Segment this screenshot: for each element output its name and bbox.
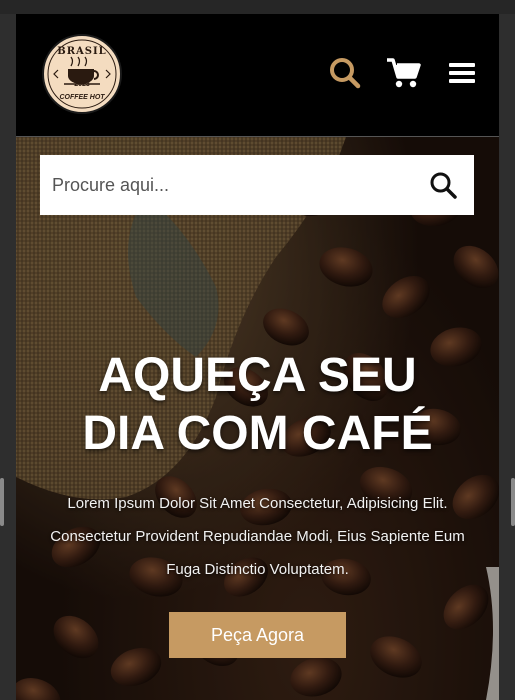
logo-year: 2023 <box>74 81 90 88</box>
search-submit-button[interactable] <box>428 170 458 200</box>
brand-logo[interactable]: BRASIL 2023 COFFEE HOT <box>42 34 122 114</box>
search-input[interactable] <box>40 155 420 215</box>
order-now-button[interactable]: Peça Agora <box>169 612 346 658</box>
resize-handle-right[interactable] <box>511 478 515 526</box>
header-search-button[interactable] <box>328 56 362 90</box>
hero-headline: AQUEÇA SEU DIA COM CAFÉ <box>16 347 499 463</box>
window-top-strip <box>0 0 515 14</box>
site-header: BRASIL 2023 COFFEE HOT <box>16 14 499 137</box>
cart-icon <box>387 58 421 88</box>
viewport-left-gutter <box>0 14 16 700</box>
cart-button[interactable] <box>385 56 421 90</box>
logo-brand-top: BRASIL <box>57 46 107 57</box>
search-bar <box>40 155 474 215</box>
menu-icon <box>449 63 475 83</box>
viewport-right-gutter <box>499 14 515 700</box>
hero-description: Lorem Ipsum Dolor Sit Amet Consectetur, … <box>50 495 465 578</box>
search-icon <box>430 172 457 199</box>
hero-headline-line-2: DIA COM CAFÉ <box>82 407 433 460</box>
logo-brand-bottom: COFFEE HOT <box>59 94 105 101</box>
search-icon <box>330 58 361 89</box>
resize-handle-left[interactable] <box>0 478 4 526</box>
hero-headline-line-1: AQUEÇA SEU <box>98 349 417 402</box>
hero-section: AQUEÇA SEU DIA COM CAFÉ Lorem Ipsum Dolo… <box>16 137 499 700</box>
mobile-viewport: BRASIL 2023 COFFEE HOT Procure aqui... A… <box>16 14 499 700</box>
menu-button[interactable] <box>445 56 479 90</box>
